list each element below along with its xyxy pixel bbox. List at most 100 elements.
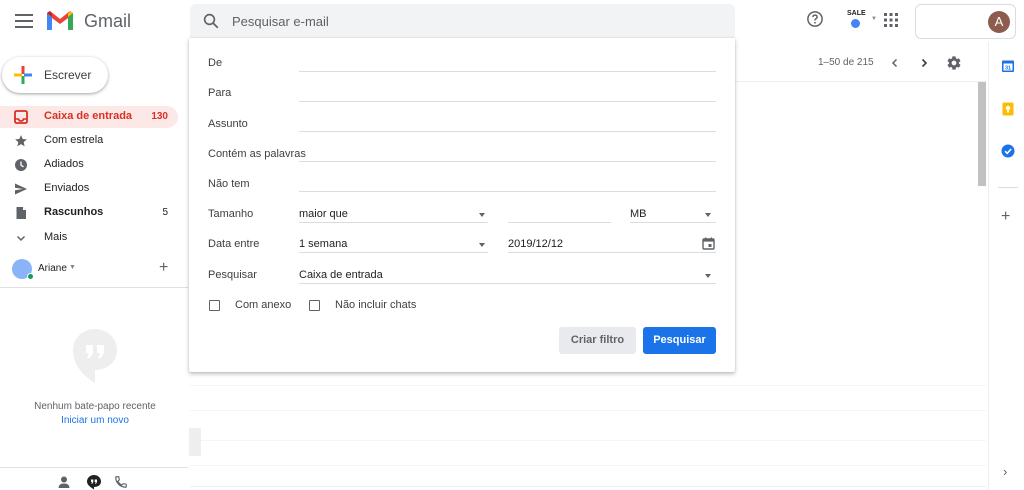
exclude-chats-checkbox[interactable] xyxy=(309,300,320,311)
divider xyxy=(190,385,986,386)
sale-addon-badge[interactable]: SALE ▼ xyxy=(845,10,877,32)
hangouts-user[interactable]: Ariane ▼ + xyxy=(12,259,182,280)
divider xyxy=(190,486,986,487)
caret-down-icon: ▼ xyxy=(871,16,877,22)
sidebar-item-starred[interactable]: Com estrela xyxy=(0,130,178,152)
search-in-label: Pesquisar xyxy=(208,269,257,281)
compose-button[interactable]: Escrever xyxy=(2,57,108,93)
from-label: De xyxy=(208,57,223,69)
search-in-select[interactable]: Caixa de entrada xyxy=(299,269,383,281)
compose-label: Escrever xyxy=(44,68,92,82)
create-filter-button[interactable]: Criar filtro xyxy=(559,327,636,354)
date-within-select[interactable]: 1 semana xyxy=(299,238,347,250)
hangouts-icon[interactable] xyxy=(86,474,102,490)
calendar-picker-icon[interactable] xyxy=(702,237,715,250)
pagination-text: 1–50 de 215 xyxy=(818,57,874,68)
draft-count: 5 xyxy=(162,207,168,218)
search-icon[interactable] xyxy=(202,12,220,30)
sidebar-item-snoozed[interactable]: Adiados xyxy=(0,154,178,176)
sidebar-item-label: Rascunhos xyxy=(44,206,104,218)
drag-handle[interactable] xyxy=(189,428,201,456)
to-field[interactable] xyxy=(299,101,716,102)
to-label: Para xyxy=(208,87,232,99)
has-words-field[interactable] xyxy=(299,161,716,162)
size-label: Tamanho xyxy=(208,208,254,220)
doesnt-have-label: Não tem xyxy=(208,178,250,190)
phone-icon[interactable] xyxy=(114,475,128,489)
unread-count: 130 xyxy=(151,111,168,122)
send-icon xyxy=(14,182,28,196)
size-value-field[interactable] xyxy=(508,222,611,223)
no-recent-chats-text: Nenhum bate-papo recente xyxy=(34,401,156,412)
subject-field[interactable] xyxy=(299,131,716,132)
from-field[interactable] xyxy=(299,71,716,72)
search-button[interactable]: Pesquisar xyxy=(643,327,716,354)
sidebar-item-drafts[interactable]: Rascunhos 5 xyxy=(0,202,178,224)
date-within-underline xyxy=(299,252,488,253)
advanced-search-panel: De Para Assunto Contém as palavras Não t… xyxy=(189,38,735,372)
plus-icon xyxy=(13,65,33,85)
divider xyxy=(190,440,986,441)
tasks-icon[interactable] xyxy=(1001,144,1015,158)
caret-down-icon[interactable] xyxy=(479,243,485,247)
help-icon[interactable] xyxy=(806,10,824,28)
size-unit-select[interactable]: MB xyxy=(630,208,647,220)
divider xyxy=(0,467,188,468)
online-status-icon xyxy=(27,273,34,280)
brand-name[interactable]: Gmail xyxy=(84,11,131,32)
search-in-underline xyxy=(299,283,716,284)
date-within-label: Data entre xyxy=(208,238,260,250)
sidebar-item-inbox[interactable]: Caixa de entrada 130 xyxy=(0,106,178,128)
divider xyxy=(998,187,1018,188)
main-menu-icon[interactable] xyxy=(12,9,36,33)
gmail-logo-icon[interactable] xyxy=(45,9,75,31)
person-icon[interactable] xyxy=(57,475,71,489)
clock-icon xyxy=(14,158,28,172)
star-icon xyxy=(14,134,28,148)
date-underline xyxy=(508,252,716,253)
size-operator-underline xyxy=(299,222,488,223)
chevron-right-icon[interactable] xyxy=(917,56,931,70)
caret-down-icon[interactable]: ▼ xyxy=(69,264,76,271)
has-attachment-label: Com anexo xyxy=(235,299,292,311)
caret-down-icon[interactable] xyxy=(479,213,485,217)
gear-icon[interactable] xyxy=(946,55,962,71)
search-bar[interactable] xyxy=(190,4,735,38)
has-words-label: Contém as palavras xyxy=(208,148,306,160)
chat-bubble-icon xyxy=(72,328,118,384)
sidebar-item-sent[interactable]: Enviados xyxy=(0,178,178,200)
sidebar-item-label: Mais xyxy=(44,231,68,243)
top-header: Gmail SALE ▼ A xyxy=(0,0,1024,42)
sidebar-item-label: Enviados xyxy=(44,182,90,194)
chevron-left-icon[interactable] xyxy=(888,56,902,70)
add-contact-icon[interactable]: + xyxy=(159,259,168,277)
divider xyxy=(0,287,188,288)
apps-grid-icon[interactable] xyxy=(883,12,899,28)
sale-dot-icon xyxy=(851,19,860,28)
scrollbar-thumb[interactable] xyxy=(978,82,986,186)
caret-down-icon[interactable] xyxy=(705,274,711,278)
hangouts-user-name: Ariane xyxy=(38,263,67,274)
sale-label: SALE xyxy=(847,10,866,17)
has-attachment-checkbox[interactable] xyxy=(209,300,220,311)
chevron-down-icon xyxy=(14,231,28,245)
sidebar-item-label: Caixa de entrada xyxy=(44,110,133,122)
chevron-right-icon[interactable]: › xyxy=(1003,464,1007,479)
subject-label: Assunto xyxy=(208,118,248,130)
search-input[interactable] xyxy=(232,11,712,31)
add-addon-icon[interactable]: + xyxy=(1001,208,1010,226)
keep-icon[interactable] xyxy=(1001,102,1015,116)
account-switcher[interactable]: A xyxy=(915,4,1016,39)
sidebar-item-more[interactable]: Mais xyxy=(0,227,178,249)
avatar[interactable]: A xyxy=(988,11,1010,33)
start-new-chat-link[interactable]: Iniciar um novo xyxy=(0,415,190,426)
date-input[interactable]: 2019/12/12 xyxy=(508,238,563,250)
svg-text:31: 31 xyxy=(1005,65,1011,71)
caret-down-icon[interactable] xyxy=(705,213,711,217)
size-operator-select[interactable]: maior que xyxy=(299,208,348,220)
calendar-icon[interactable]: 31 xyxy=(1001,59,1015,73)
exclude-chats-label: Não incluir chats xyxy=(335,299,417,311)
doesnt-have-field[interactable] xyxy=(299,191,716,192)
sidebar-item-label: Adiados xyxy=(44,158,84,170)
sidebar-item-label: Com estrela xyxy=(44,134,104,146)
